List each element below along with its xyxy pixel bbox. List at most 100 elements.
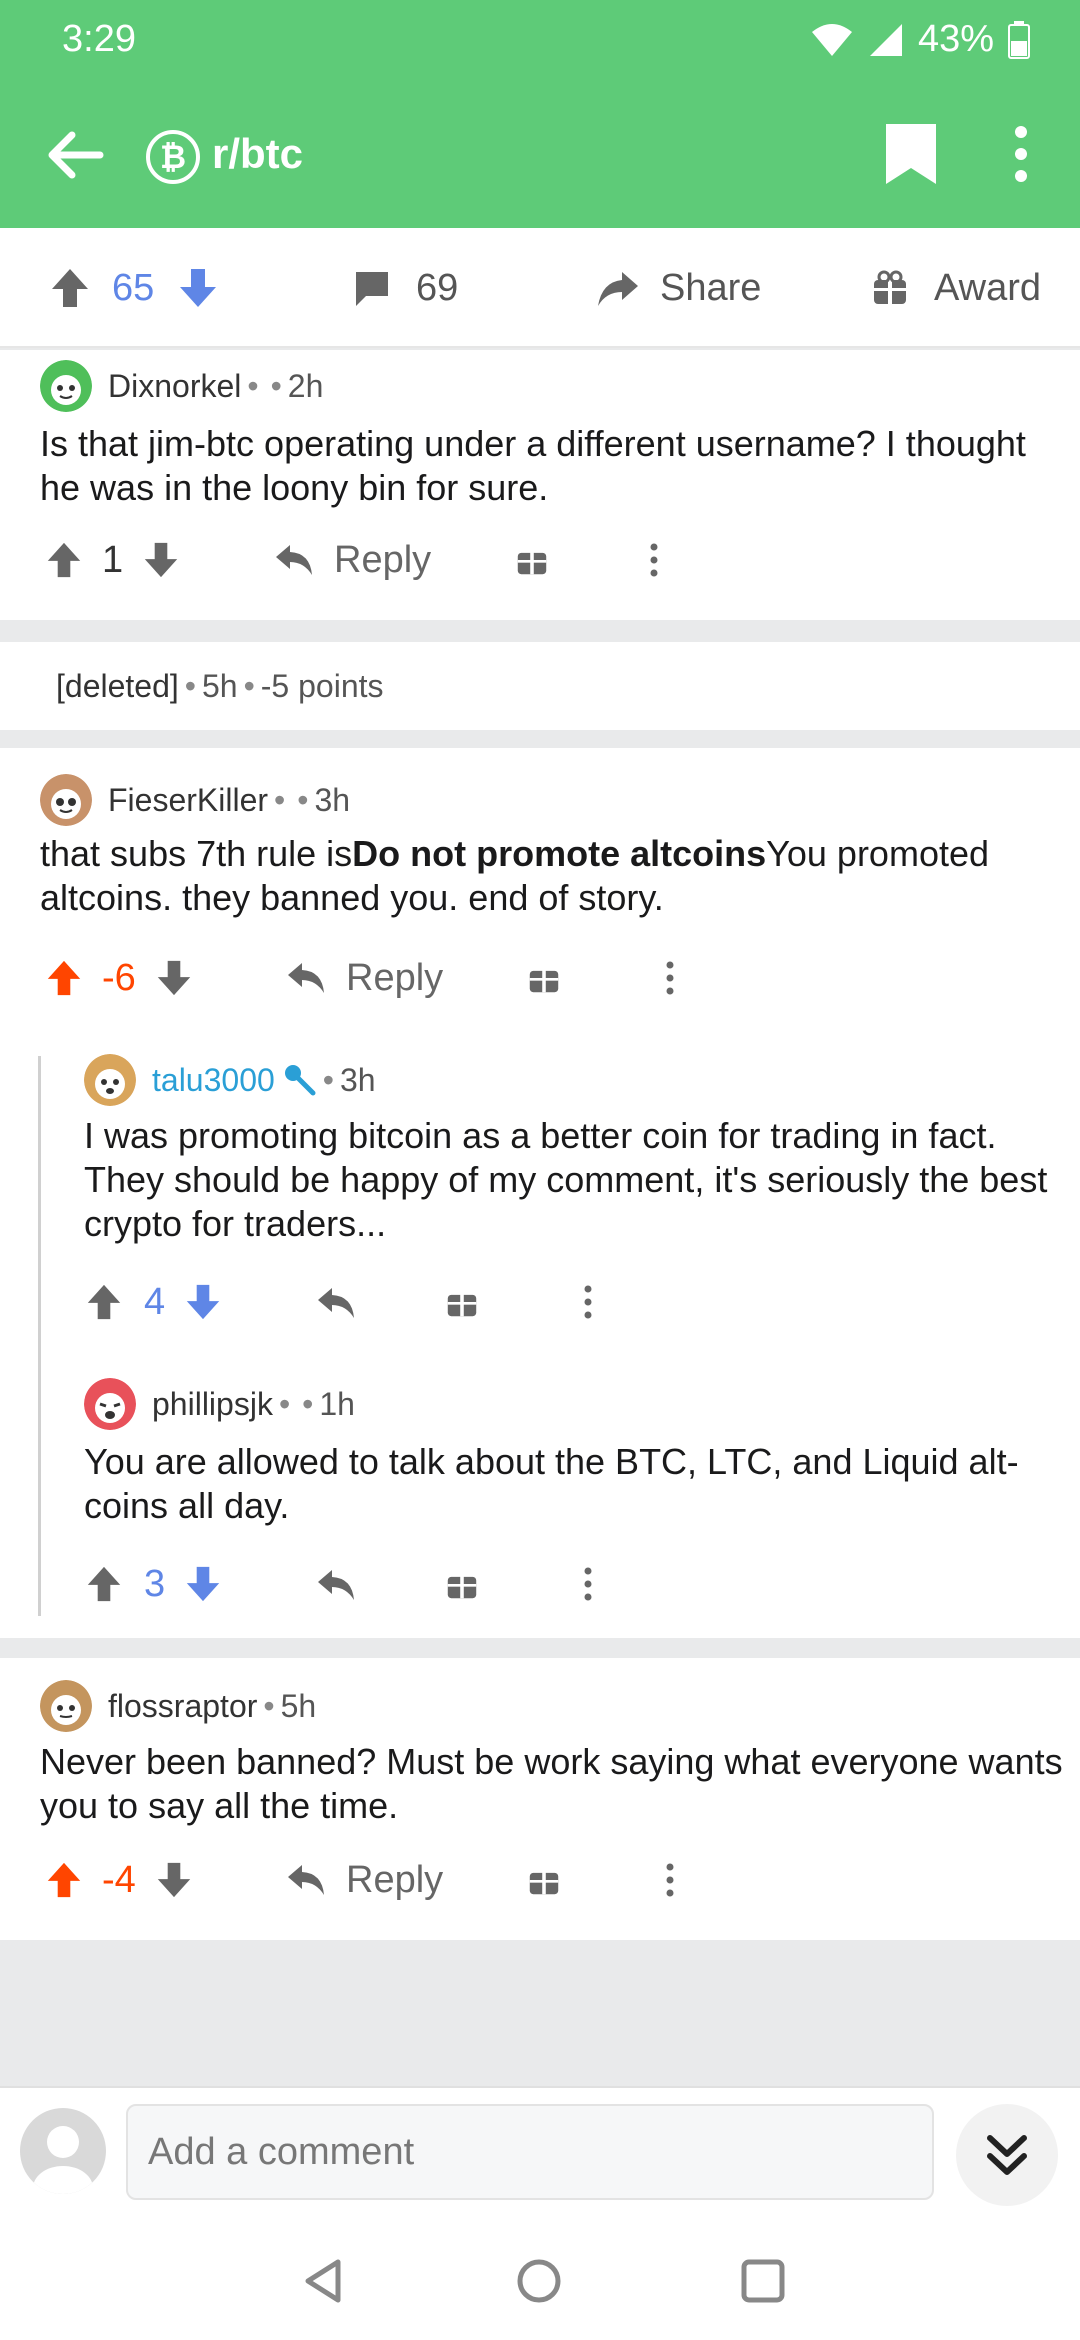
nav-back-icon[interactable] [298, 2256, 348, 2306]
add-comment-input[interactable]: Add a comment [126, 2104, 934, 2200]
avatar[interactable] [40, 1680, 92, 1732]
reply-arrow-icon [288, 1865, 324, 1895]
separator-dot: • [297, 781, 309, 818]
separator-dot: • [270, 367, 282, 404]
comment-meta: Dixnorkel • • 2h [40, 360, 323, 412]
comment-thread: Dixnorkel • • 2h Is that jim-btc operati… [0, 350, 1080, 620]
separator-dot: • [184, 668, 196, 704]
post-comments-button[interactable]: 69 [352, 228, 458, 348]
reply-arrow-icon[interactable] [316, 1286, 356, 1320]
more-options-icon[interactable] [996, 122, 1046, 186]
more-options-icon[interactable] [646, 542, 662, 578]
downvote-icon[interactable] [143, 541, 179, 579]
downvote-icon[interactable] [185, 1565, 221, 1603]
avatar[interactable] [40, 360, 92, 412]
comment-thread: FieserKiller • • 3h that subs 7th rule i… [0, 748, 1080, 1638]
downvote-icon[interactable] [185, 1283, 221, 1321]
upvote-icon[interactable] [86, 1283, 122, 1321]
downvote-icon[interactable] [178, 267, 218, 309]
award-gift-icon[interactable] [446, 1568, 478, 1600]
post-award-button[interactable]: Award [872, 228, 1041, 348]
comment-author[interactable]: phillipsjk [152, 1386, 273, 1423]
comment-meta: phillipsjk • • 1h [84, 1378, 355, 1430]
comment-body: Never been banned? Must be work saying w… [40, 1741, 1063, 1826]
upvote-icon[interactable] [86, 1565, 122, 1603]
more-options-icon[interactable] [662, 960, 678, 996]
status-bar: 3:29 43% [0, 0, 1080, 80]
subreddit-name[interactable]: r/btc [212, 130, 303, 178]
downvote-icon[interactable] [156, 959, 192, 997]
award-gift-icon[interactable] [528, 962, 560, 994]
award-gift-icon[interactable] [446, 1286, 478, 1318]
comment-body: You are allowed to talk about the BTC, L… [84, 1441, 1019, 1526]
comment-actions: -6 Reply [0, 948, 1080, 1008]
reply-label: Reply [346, 956, 444, 999]
double-chevron-down-icon [987, 2135, 1027, 2175]
comment-score: -6 [102, 956, 136, 999]
default-user-icon [33, 2126, 93, 2194]
more-options-icon[interactable] [580, 1566, 596, 1602]
separator-dot: • [263, 1687, 275, 1724]
comment-text: that subs 7th rule is [40, 833, 353, 874]
bookmark-icon[interactable] [884, 122, 938, 186]
more-options-icon[interactable] [662, 1862, 678, 1898]
separator-dot: • [247, 367, 259, 404]
post-share-button[interactable]: Share [596, 228, 761, 348]
next-comment-button[interactable] [956, 2104, 1058, 2206]
upvote-icon[interactable] [46, 959, 82, 997]
comment-age: 3h [339, 1061, 376, 1098]
upvote-icon[interactable] [46, 1861, 82, 1899]
award-gift-icon[interactable] [516, 544, 548, 576]
award-gift-icon[interactable] [528, 1864, 560, 1896]
reply-arrow-icon[interactable] [316, 1568, 356, 1602]
nav-recents-icon[interactable] [738, 2256, 788, 2306]
comment-thread: flossraptor • 5h Never been banned? Must… [0, 1658, 1080, 1940]
vote-group: 1 [46, 530, 179, 590]
downvote-icon[interactable] [156, 1861, 192, 1899]
award-label: Award [934, 266, 1042, 309]
comment-actions: -4 Reply [0, 1850, 1080, 1910]
deleted-comment[interactable]: [deleted] • 5h • -5 points [0, 642, 1080, 730]
comment-points: -5 points [260, 668, 384, 704]
avatar[interactable] [40, 774, 92, 826]
upvote-icon[interactable] [46, 541, 82, 579]
comment-author[interactable]: Dixnorkel [108, 368, 241, 405]
comment-actions: 4 [0, 1272, 1080, 1332]
more-options-icon[interactable] [580, 1284, 596, 1320]
reply-button[interactable]: Reply [286, 1850, 443, 1910]
comment-author[interactable]: flossraptor [108, 1688, 257, 1725]
reply-label: Reply [346, 1858, 444, 1901]
separator-dot: • [243, 668, 255, 704]
comment-meta: [deleted] • 5h • -5 points [56, 668, 384, 705]
comment-age: 5h [280, 1687, 317, 1724]
comment-actions: 1 Reply [0, 530, 1080, 590]
avatar[interactable] [84, 1054, 136, 1106]
comment-age: 5h [201, 668, 238, 704]
app-bar: ₿ r/btc [0, 100, 1080, 210]
reply-label: Reply [334, 538, 432, 581]
comment-meta: FieserKiller • • 3h [40, 774, 350, 826]
comment-body: I was promoting bitcoin as a better coin… [84, 1115, 1048, 1244]
vote-group: -4 [46, 1850, 192, 1910]
nav-home-icon[interactable] [514, 2256, 564, 2306]
comment-body: Is that jim-btc operating under a differ… [40, 423, 1026, 508]
reply-button[interactable]: Reply [286, 948, 443, 1008]
thread-line[interactable] [38, 1056, 41, 1616]
comment-meta: flossraptor • 5h [40, 1680, 316, 1732]
user-avatar[interactable] [20, 2108, 106, 2194]
gift-icon [874, 270, 906, 304]
deleted-label: [deleted] [56, 668, 179, 704]
comment-score: 1 [102, 538, 124, 581]
comment-author[interactable]: talu3000 [152, 1062, 275, 1099]
system-nav-bar [0, 2216, 1080, 2340]
avatar[interactable] [84, 1378, 136, 1430]
back-arrow-icon[interactable] [40, 120, 110, 190]
app-header: 3:29 43% ₿ r/btc [0, 0, 1080, 228]
reply-button[interactable]: Reply [274, 530, 431, 590]
post-vote-group: 65 [50, 228, 218, 348]
comment-author[interactable]: FieserKiller [108, 782, 268, 819]
comment-score: 4 [144, 1280, 166, 1323]
share-arrow-icon [598, 272, 638, 306]
battery-percent: 43% [917, 18, 994, 60]
upvote-icon[interactable] [50, 267, 90, 309]
